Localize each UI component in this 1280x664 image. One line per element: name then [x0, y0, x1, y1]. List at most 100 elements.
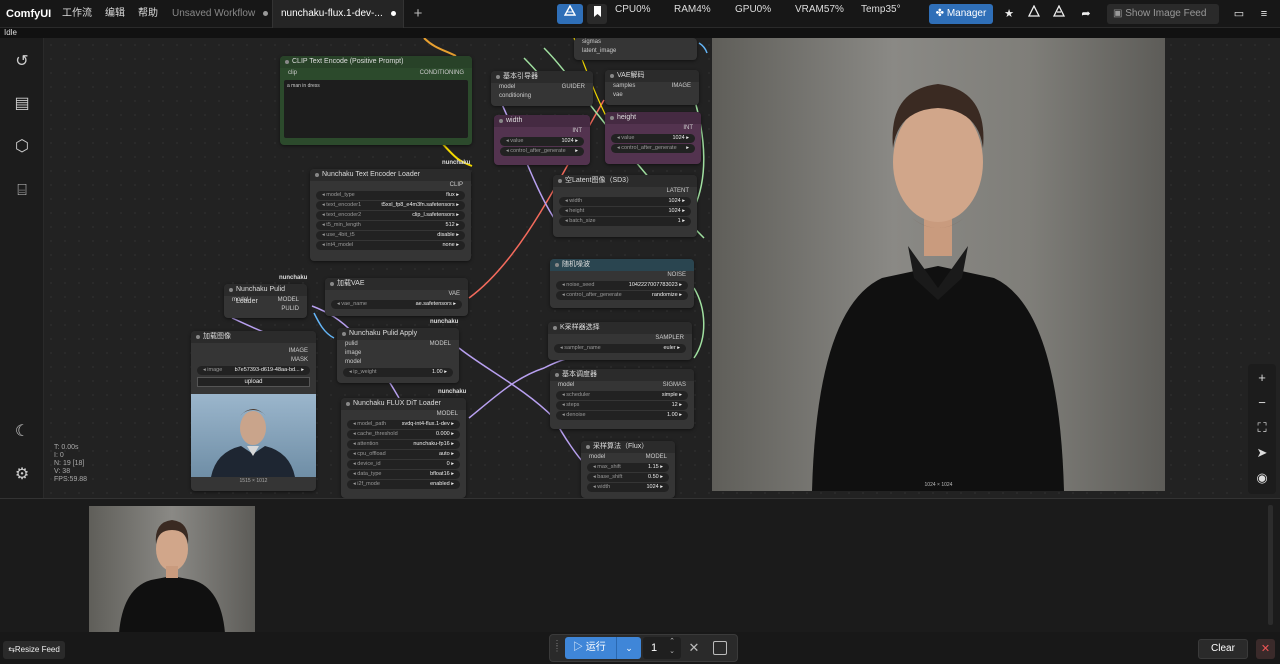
widget-scheduler[interactable]: ◂ scheduler simple ▸	[556, 391, 688, 400]
select-mode-arrow-icon[interactable]: ➤	[1252, 443, 1272, 463]
cancel-close-icon[interactable]: ✕	[686, 639, 702, 657]
widget-noise-seed[interactable]: ◂ noise_seed 1042227007783023 ▸	[556, 281, 688, 290]
node-basic-scheduler[interactable]: 基本调度器 model SIGMAS ◂ scheduler simple ▸ ◂ s…	[550, 369, 694, 429]
stop-square-icon[interactable]	[713, 641, 727, 655]
node-basic-guider[interactable]: 基本引导器 model GUIDER conditioning	[491, 71, 593, 106]
output-mask[interactable]: MASK	[191, 356, 316, 365]
widget-control-after-generate[interactable]: ◂ control_after_generate ▸	[500, 147, 584, 156]
widget-i2f-mode[interactable]: ◂ i2f_mode enabled ▸	[347, 480, 460, 489]
output-clip[interactable]: CLIP	[310, 181, 471, 190]
input-model[interactable]: model MODEL	[581, 453, 675, 462]
feed-scrollbar[interactable]	[1268, 505, 1273, 625]
widget-cpu-offload[interactable]: ◂ cpu_offload auto ▸	[347, 450, 460, 459]
output-int[interactable]: INT	[605, 124, 701, 133]
app-brand[interactable]: ComfyUI	[6, 0, 51, 28]
widget-base-shift[interactable]: ◂ base_shift 0.50 ▸	[587, 473, 669, 482]
input-clip[interactable]: clip CONDITIONING	[280, 68, 472, 79]
settings-gear-icon[interactable]: ⚙	[10, 463, 34, 487]
prompt-textarea[interactable]: a man in dress	[284, 80, 468, 138]
output-sampler[interactable]: SAMPLER	[548, 334, 692, 343]
manager-button[interactable]: ✤ Manager	[929, 4, 993, 24]
output-pulid[interactable]: PULID	[224, 305, 307, 314]
menu-workflow[interactable]: 工作流	[62, 0, 92, 28]
node-pulid-apply[interactable]: Nunchaku Pulid Apply pulid MODEL image mo…	[337, 328, 459, 383]
queue-count-stepper-icon[interactable]: ⌃ ⌄	[666, 637, 678, 659]
widget-ip-weight[interactable]: ◂ ip_weight 1.00 ▸	[343, 368, 453, 377]
widget-device-id[interactable]: ◂ device_id 0 ▸	[347, 460, 460, 469]
queue-list-icon[interactable]: ▤	[10, 92, 34, 116]
widget-attention[interactable]: ◂ attention nunchaku-fp16 ▸	[347, 440, 460, 449]
node-ksampler-select[interactable]: K采样器选择 SAMPLER ◂ sampler_name euler ▸	[548, 322, 692, 360]
widget-control-after-generate[interactable]: ◂ control_after_generate randomize ▸	[556, 291, 688, 300]
fit-view-icon[interactable]: ⛶	[1252, 418, 1272, 438]
node-width[interactable]: width INT ◂ value 1024 ▸ ◂ control_after_g…	[494, 115, 590, 165]
widget-width[interactable]: ◂ width 1024 ▸	[587, 483, 669, 492]
tab-unsaved-workflow[interactable]: Unsaved Workflow	[164, 0, 272, 28]
widget-cache-threshold[interactable]: ◂ cache_threshold 0.000 ▸	[347, 430, 460, 439]
node-text-encoder-loader[interactable]: Nunchaku Text Encoder Loader CLIP ◂ mode…	[310, 169, 471, 261]
input-image[interactable]: image	[337, 349, 459, 358]
feed-image-thumbnail[interactable]	[89, 506, 255, 633]
output-int[interactable]: INT	[494, 127, 590, 136]
menu-help[interactable]: 帮助	[138, 0, 158, 28]
input-model[interactable]: model MODEL	[224, 296, 307, 305]
input-conditioning[interactable]: conditioning	[491, 92, 593, 101]
run-mode-chevron-down-icon[interactable]: ⌄	[616, 637, 641, 659]
model-download-icon[interactable]	[1024, 4, 1044, 24]
history-icon[interactable]: ↺	[10, 50, 34, 74]
node-empty-latent[interactable]: 空Latent图像（SD3） LATENT ◂ width 1024 ▸ ◂ hei…	[553, 175, 697, 237]
menu-edit[interactable]: 编辑	[105, 0, 125, 28]
output-latent[interactable]: LATENT	[553, 187, 697, 196]
widget-value[interactable]: ◂ value 1024 ▸	[500, 137, 584, 146]
input-pulid[interactable]: pulid MODEL	[337, 340, 459, 349]
menu-lines-icon[interactable]: ≡	[1254, 4, 1274, 24]
widget-steps[interactable]: ◂ steps 12 ▸	[556, 401, 688, 410]
widget-text-encoder2[interactable]: ◂ text_encoder2 clip_l.safetensors ▸	[316, 211, 465, 220]
output-noise[interactable]: NOISE	[550, 271, 694, 280]
show-image-feed-button[interactable]: ▣ Show Image Feed	[1107, 4, 1219, 24]
drag-handle-icon[interactable]: ⋮ ⋮	[553, 640, 561, 655]
widget-sampler-name[interactable]: ◂ sampler_name euler ▸	[554, 344, 686, 353]
node-graph-canvas[interactable]: CLIP Text Encode (Positive Prompt) clip C…	[44, 38, 1280, 498]
bookmark-icon[interactable]	[587, 4, 607, 24]
input-sigmas[interactable]: sigmas	[574, 38, 697, 47]
node-pulid-loader[interactable]: Nunchaku Pulid Loader model MODEL PULID	[224, 284, 307, 318]
close-feed-x-icon[interactable]: ✕	[1256, 639, 1275, 659]
input-model[interactable]: model GUIDER	[491, 83, 593, 92]
toggle-links-eye-icon[interactable]: ◉	[1252, 468, 1272, 488]
widget-data-type[interactable]: ◂ data_type bfloat16 ▸	[347, 470, 460, 479]
node-sampler-custom-partial[interactable]: sigmas latent_image	[574, 38, 697, 60]
widget-use-4bit-t5[interactable]: ◂ use_4bit_t5 disable ▸	[316, 231, 465, 240]
node-random-noise[interactable]: 随机噪波 NOISE ◂ noise_seed 1042227007783023 …	[550, 259, 694, 308]
widget-int4-model[interactable]: ◂ int4_model none ▸	[316, 241, 465, 250]
input-latent-image[interactable]: latent_image	[574, 47, 697, 56]
widget-image[interactable]: ◂ image b7e57393-d619-48aa-bd... ▸	[197, 366, 310, 375]
node-load-image[interactable]: 加载图像 IMAGE MASK ◂ image b7e57393-d619-48a…	[191, 331, 316, 491]
clear-feed-button[interactable]: Clear	[1198, 639, 1248, 659]
input-vae[interactable]: vae	[605, 91, 699, 100]
node-load-vae[interactable]: 加载VAE VAE ◂ vae_name ae.safetensors ▸	[325, 278, 468, 316]
theme-moon-icon[interactable]: ☾	[10, 420, 34, 444]
upload-button[interactable]: upload	[197, 377, 310, 387]
zoom-out-minus-icon[interactable]: −	[1252, 393, 1272, 413]
comfy-logo-icon[interactable]	[557, 4, 583, 24]
output-image[interactable]: IMAGE	[191, 347, 316, 356]
widget-text-encoder1[interactable]: ◂ text_encoder1 t5xxl_fp8_e4m3fn.safetens…	[316, 201, 465, 210]
node-vae-decode[interactable]: VAE解码 samples IMAGE vae	[605, 70, 699, 105]
zoom-in-plus-icon[interactable]: +	[1252, 368, 1272, 388]
node-height[interactable]: height INT ◂ value 1024 ▸ ◂ control_after_…	[605, 112, 701, 164]
star-icon[interactable]: ★	[999, 4, 1019, 24]
output-vae[interactable]: VAE	[325, 290, 468, 299]
node-clip-text-encode[interactable]: CLIP Text Encode (Positive Prompt) clip C…	[280, 56, 472, 145]
share-icon[interactable]: ➦	[1076, 4, 1096, 24]
tab-active-workflow[interactable]: nunchaku-flux.1-dev-...	[272, 0, 404, 28]
widget-control-after-generate[interactable]: ◂ control_after_generate ▸	[611, 144, 695, 153]
widget-vae-name[interactable]: ◂ vae_name ae.safetensors ▸	[331, 300, 462, 309]
input-model[interactable]: model SIGMAS	[550, 381, 694, 390]
workflows-folder-icon[interactable]: ⌸	[10, 179, 34, 203]
panel-toggle-icon[interactable]: ▭	[1230, 4, 1248, 24]
input-samples[interactable]: samples IMAGE	[605, 82, 699, 91]
input-model[interactable]: model	[337, 358, 459, 367]
node-model-sampling-flux[interactable]: 采样算法（Flux） model MODEL ◂ max_shift 1.15 ▸ ◂…	[581, 441, 675, 498]
resize-feed-button[interactable]: ⇆Resize Feed	[3, 641, 65, 659]
